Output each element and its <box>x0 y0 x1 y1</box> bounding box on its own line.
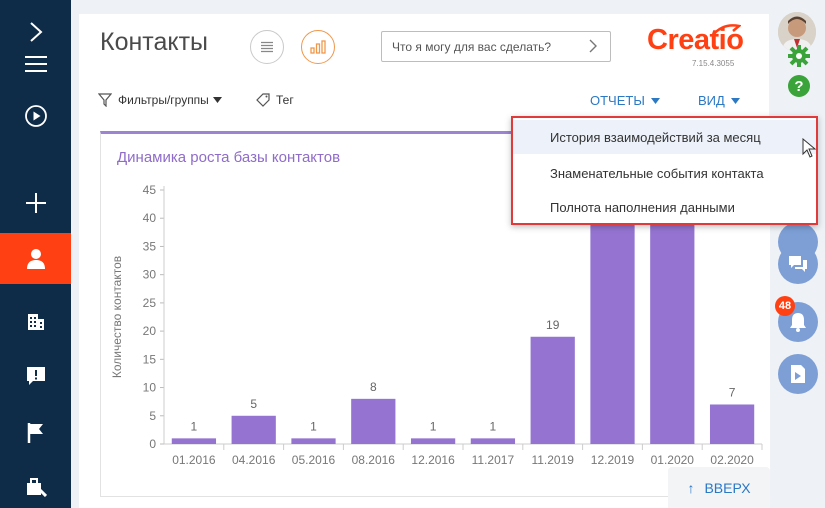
caret-down-icon <box>730 97 740 104</box>
version-label: 7.15.4.3055 <box>692 59 735 68</box>
x-tick-label: 11.2017 <box>472 453 515 467</box>
logo-swoosh-icon <box>712 24 741 36</box>
chart-bar <box>171 438 217 444</box>
add-icon[interactable] <box>0 177 71 228</box>
chevron-right-icon[interactable] <box>584 37 602 55</box>
chart-bar <box>410 438 456 444</box>
scroll-up-label: ВВЕРХ <box>704 479 751 496</box>
chart-bar <box>590 218 635 444</box>
x-tick-label: 02.2020 <box>710 453 754 467</box>
x-tick-label: 01.2016 <box>172 453 216 467</box>
y-tick-label: 20 <box>143 324 157 338</box>
contact-icon[interactable] <box>0 233 71 284</box>
command-search-input[interactable]: Что я могу для вас сделать? <box>381 31 611 62</box>
process-icon[interactable] <box>778 354 818 394</box>
y-tick-label: 15 <box>143 352 157 366</box>
bar-value-label: 1 <box>191 419 198 433</box>
menu-item-contact-events[interactable]: Знаменательные события контакта <box>513 156 816 190</box>
view-button[interactable]: ВИД <box>698 93 740 108</box>
chart-bar <box>530 336 575 444</box>
notification-icon[interactable] <box>0 350 71 401</box>
notification-count-badge: 48 <box>775 296 795 316</box>
y-tick-label: 5 <box>149 409 156 423</box>
accounts-icon[interactable] <box>0 296 71 347</box>
scroll-up-button[interactable]: ↑ ВВЕРХ <box>668 467 770 508</box>
chart-bar <box>709 404 755 444</box>
y-axis-label: Количество контактов <box>110 256 124 378</box>
play-icon[interactable] <box>0 90 71 141</box>
chat-icon[interactable] <box>778 244 818 284</box>
x-tick-label: 12.2016 <box>411 453 455 467</box>
bar-value-label: 19 <box>546 318 560 332</box>
tools-icon[interactable] <box>0 460 71 508</box>
filters-label: Фильтры/группы <box>118 93 209 107</box>
chart-bar <box>650 218 695 444</box>
x-tick-label: 12.2019 <box>591 453 635 467</box>
y-tick-label: 25 <box>143 296 157 310</box>
menu-item-data-completeness[interactable]: Полнота наполнения данными <box>513 190 816 224</box>
reports-button[interactable]: ОТЧЕТЫ <box>590 93 660 108</box>
menu-icon[interactable] <box>0 38 71 89</box>
tag-label: Тег <box>276 93 294 107</box>
chart-bar <box>470 438 516 444</box>
menu-item-interaction-history[interactable]: История взаимодействий за месяц <box>513 120 816 154</box>
bar-value-label: 8 <box>370 380 377 394</box>
caret-down-icon <box>212 97 222 103</box>
reports-label: ОТЧЕТЫ <box>590 93 645 108</box>
y-tick-label: 10 <box>143 381 157 395</box>
bar-value-label: 1 <box>430 419 437 433</box>
filters-button[interactable]: Фильтры/группы <box>98 93 222 107</box>
left-sidebar <box>0 0 71 508</box>
x-tick-label: 01.2020 <box>651 453 695 467</box>
y-tick-label: 45 <box>143 183 157 197</box>
x-tick-label: 08.2016 <box>352 453 396 467</box>
analytics-view-button[interactable] <box>301 30 335 64</box>
x-tick-label: 05.2016 <box>292 453 336 467</box>
search-placeholder: Что я могу для вас сделать? <box>392 39 552 54</box>
x-tick-label: 11.2019 <box>531 453 574 467</box>
y-tick-label: 35 <box>143 239 157 253</box>
bar-value-label: 7 <box>729 385 736 399</box>
right-rail: ? 48 <box>770 0 825 508</box>
chart-bar <box>291 438 336 444</box>
help-icon[interactable]: ? <box>788 75 810 97</box>
settings-gear-icon[interactable] <box>788 45 810 72</box>
chart-bar <box>231 415 276 444</box>
y-tick-label: 0 <box>149 437 156 451</box>
bar-value-label: 1 <box>310 419 317 433</box>
arrow-up-icon: ↑ <box>687 479 695 496</box>
filter-icon <box>98 93 112 107</box>
x-tick-label: 04.2016 <box>232 453 276 467</box>
main-panel: Контакты Что я могу для вас сделать? Cre… <box>79 14 772 508</box>
caret-down-icon <box>650 97 660 104</box>
tag-icon <box>256 93 270 107</box>
bar-value-label: 1 <box>490 419 497 433</box>
bar-value-label: 5 <box>250 397 257 411</box>
y-tick-label: 30 <box>143 268 157 282</box>
y-tick-label: 40 <box>143 211 157 225</box>
reports-dropdown-menu: История взаимодействий за месяц Знаменат… <box>511 116 818 225</box>
view-label: ВИД <box>698 93 725 108</box>
list-view-button[interactable] <box>250 30 284 64</box>
mouse-cursor-icon <box>802 138 817 158</box>
tag-button[interactable]: Тег <box>256 93 294 107</box>
flag-icon[interactable] <box>0 407 71 458</box>
page-title: Контакты <box>100 28 208 56</box>
chart-bar <box>351 398 396 444</box>
